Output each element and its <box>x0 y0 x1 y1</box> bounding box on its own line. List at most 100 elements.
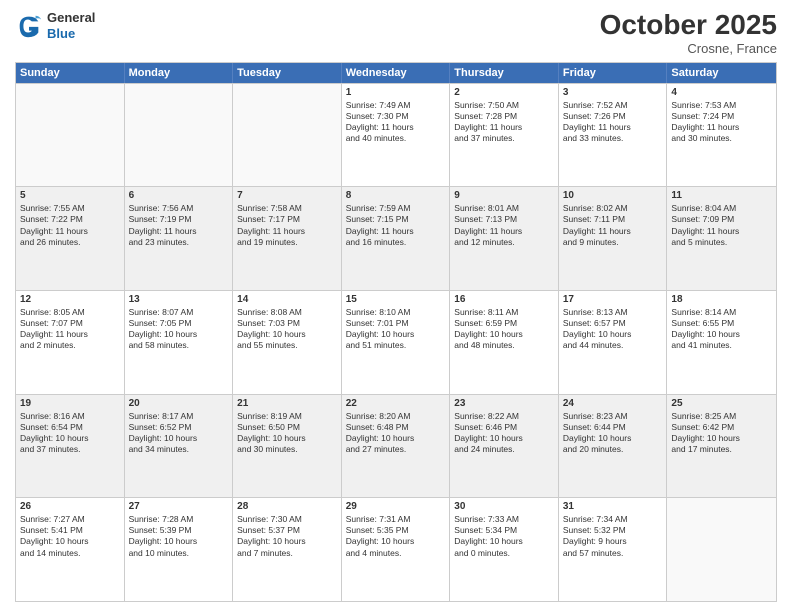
day-number: 26 <box>20 501 120 512</box>
cell-text: Sunrise: 8:07 AM Sunset: 7:05 PM Dayligh… <box>129 307 229 351</box>
day-number: 11 <box>671 190 772 201</box>
cell-text: Sunrise: 8:02 AM Sunset: 7:11 PM Dayligh… <box>563 203 663 247</box>
calendar-row: 12Sunrise: 8:05 AM Sunset: 7:07 PM Dayli… <box>16 290 776 394</box>
calendar-cell: 3 Sunrise: 7:52 AM Sunset: 7:26 PM Daylig… <box>559 84 668 187</box>
cell-text: Sunrise: 7:27 AM Sunset: 5:41 PM Dayligh… <box>20 514 120 558</box>
cell-text: Sunrise: 8:20 AM Sunset: 6:48 PM Dayligh… <box>346 411 446 455</box>
day-number: 17 <box>563 294 663 305</box>
calendar-cell <box>125 84 234 187</box>
calendar-cell: 29 Sunrise: 7:31 AM Sunset: 5:35 PM Dayli… <box>342 498 451 601</box>
calendar-cell: 22 Sunrise: 8:20 AM Sunset: 6:48 PM Dayli… <box>342 395 451 498</box>
day-number: 1 <box>346 87 446 98</box>
calendar-row: 5 Sunrise: 7:55 AM Sunset: 7:22 PM Daylig… <box>16 186 776 290</box>
calendar-cell <box>233 84 342 187</box>
calendar-header: SundayMondayTuesdayWednesdayThursdayFrid… <box>16 63 776 83</box>
calendar-cell <box>16 84 125 187</box>
calendar-cell: 8Sunrise: 7:59 AM Sunset: 7:15 PM Daylig… <box>342 187 451 290</box>
calendar-cell: 17 Sunrise: 8:13 AM Sunset: 6:57 PM Dayli… <box>559 291 668 394</box>
calendar-cell: 23 Sunrise: 8:22 AM Sunset: 6:46 PM Dayli… <box>450 395 559 498</box>
weekday-header: Friday <box>559 63 668 83</box>
calendar-body: 1 Sunrise: 7:49 AM Sunset: 7:30 PM Daylig… <box>16 83 776 601</box>
day-number: 14 <box>237 294 337 305</box>
day-number: 2 <box>454 87 554 98</box>
weekday-header: Thursday <box>450 63 559 83</box>
day-number: 5 <box>20 190 120 201</box>
location: Crosne, France <box>600 41 777 56</box>
cell-text: Sunrise: 7:34 AM Sunset: 5:32 PM Dayligh… <box>563 514 663 558</box>
cell-text: Sunrise: 8:08 AM Sunset: 7:03 PM Dayligh… <box>237 307 337 351</box>
cell-text: Sunrise: 8:13 AM Sunset: 6:57 PM Dayligh… <box>563 307 663 351</box>
day-number: 6 <box>129 190 229 201</box>
cell-text: Sunrise: 7:52 AM Sunset: 7:26 PM Dayligh… <box>563 100 663 144</box>
calendar-cell: 28 Sunrise: 7:30 AM Sunset: 5:37 PM Dayli… <box>233 498 342 601</box>
day-number: 20 <box>129 398 229 409</box>
weekday-header: Wednesday <box>342 63 451 83</box>
day-number: 21 <box>237 398 337 409</box>
cell-text: Sunrise: 8:16 AM Sunset: 6:54 PM Dayligh… <box>20 411 120 455</box>
day-number: 22 <box>346 398 446 409</box>
calendar-cell: 30 Sunrise: 7:33 AM Sunset: 5:34 PM Dayli… <box>450 498 559 601</box>
cell-text: Sunrise: 7:49 AM Sunset: 7:30 PM Dayligh… <box>346 100 446 144</box>
cell-text: Sunrise: 7:30 AM Sunset: 5:37 PM Dayligh… <box>237 514 337 558</box>
calendar-row: 26 Sunrise: 7:27 AM Sunset: 5:41 PM Dayli… <box>16 497 776 601</box>
calendar-cell: 2Sunrise: 7:50 AM Sunset: 7:28 PM Daylig… <box>450 84 559 187</box>
weekday-header: Tuesday <box>233 63 342 83</box>
calendar-row: 1 Sunrise: 7:49 AM Sunset: 7:30 PM Daylig… <box>16 83 776 187</box>
calendar-cell: 21 Sunrise: 8:19 AM Sunset: 6:50 PM Dayli… <box>233 395 342 498</box>
day-number: 28 <box>237 501 337 512</box>
calendar-cell: 25Sunrise: 8:25 AM Sunset: 6:42 PM Dayli… <box>667 395 776 498</box>
calendar-cell: 6Sunrise: 7:56 AM Sunset: 7:19 PM Daylig… <box>125 187 234 290</box>
cell-text: Sunrise: 7:55 AM Sunset: 7:22 PM Dayligh… <box>20 203 120 247</box>
day-number: 16 <box>454 294 554 305</box>
calendar-cell: 24Sunrise: 8:23 AM Sunset: 6:44 PM Dayli… <box>559 395 668 498</box>
calendar-cell: 27 Sunrise: 7:28 AM Sunset: 5:39 PM Dayli… <box>125 498 234 601</box>
calendar-cell: 9Sunrise: 8:01 AM Sunset: 7:13 PM Daylig… <box>450 187 559 290</box>
day-number: 27 <box>129 501 229 512</box>
calendar-cell: 7Sunrise: 7:58 AM Sunset: 7:17 PM Daylig… <box>233 187 342 290</box>
day-number: 31 <box>563 501 663 512</box>
cell-text: Sunrise: 8:22 AM Sunset: 6:46 PM Dayligh… <box>454 411 554 455</box>
cell-text: Sunrise: 7:31 AM Sunset: 5:35 PM Dayligh… <box>346 514 446 558</box>
header: General Blue October 2025 Crosne, France <box>15 10 777 56</box>
cell-text: Sunrise: 7:33 AM Sunset: 5:34 PM Dayligh… <box>454 514 554 558</box>
calendar-cell: 12Sunrise: 8:05 AM Sunset: 7:07 PM Dayli… <box>16 291 125 394</box>
day-number: 8 <box>346 190 446 201</box>
calendar-cell: 11 Sunrise: 8:04 AM Sunset: 7:09 PM Dayli… <box>667 187 776 290</box>
calendar-row: 19 Sunrise: 8:16 AM Sunset: 6:54 PM Dayli… <box>16 394 776 498</box>
cell-text: Sunrise: 8:19 AM Sunset: 6:50 PM Dayligh… <box>237 411 337 455</box>
month-title: October 2025 <box>600 10 777 41</box>
cell-text: Sunrise: 8:11 AM Sunset: 6:59 PM Dayligh… <box>454 307 554 351</box>
day-number: 13 <box>129 294 229 305</box>
title-block: October 2025 Crosne, France <box>600 10 777 56</box>
calendar-cell: 4Sunrise: 7:53 AM Sunset: 7:24 PM Daylig… <box>667 84 776 187</box>
page: General Blue October 2025 Crosne, France… <box>0 0 792 612</box>
calendar-cell: 10Sunrise: 8:02 AM Sunset: 7:11 PM Dayli… <box>559 187 668 290</box>
calendar-cell: 16 Sunrise: 8:11 AM Sunset: 6:59 PM Dayli… <box>450 291 559 394</box>
day-number: 29 <box>346 501 446 512</box>
day-number: 3 <box>563 87 663 98</box>
weekday-header: Sunday <box>16 63 125 83</box>
day-number: 19 <box>20 398 120 409</box>
day-number: 4 <box>671 87 772 98</box>
day-number: 7 <box>237 190 337 201</box>
cell-text: Sunrise: 8:17 AM Sunset: 6:52 PM Dayligh… <box>129 411 229 455</box>
cell-text: Sunrise: 8:04 AM Sunset: 7:09 PM Dayligh… <box>671 203 772 247</box>
calendar-cell: 1 Sunrise: 7:49 AM Sunset: 7:30 PM Daylig… <box>342 84 451 187</box>
day-number: 24 <box>563 398 663 409</box>
logo-text: General Blue <box>47 10 95 41</box>
weekday-header: Saturday <box>667 63 776 83</box>
calendar-cell: 31 Sunrise: 7:34 AM Sunset: 5:32 PM Dayli… <box>559 498 668 601</box>
cell-text: Sunrise: 8:14 AM Sunset: 6:55 PM Dayligh… <box>671 307 772 351</box>
logo-general: General <box>47 10 95 26</box>
calendar-cell: 19 Sunrise: 8:16 AM Sunset: 6:54 PM Dayli… <box>16 395 125 498</box>
calendar-cell: 14 Sunrise: 8:08 AM Sunset: 7:03 PM Dayli… <box>233 291 342 394</box>
cell-text: Sunrise: 8:10 AM Sunset: 7:01 PM Dayligh… <box>346 307 446 351</box>
cell-text: Sunrise: 8:05 AM Sunset: 7:07 PM Dayligh… <box>20 307 120 351</box>
day-number: 23 <box>454 398 554 409</box>
cell-text: Sunrise: 7:28 AM Sunset: 5:39 PM Dayligh… <box>129 514 229 558</box>
day-number: 30 <box>454 501 554 512</box>
logo-blue: Blue <box>47 26 95 42</box>
calendar-cell: 13 Sunrise: 8:07 AM Sunset: 7:05 PM Dayli… <box>125 291 234 394</box>
day-number: 18 <box>671 294 772 305</box>
calendar-cell: 20 Sunrise: 8:17 AM Sunset: 6:52 PM Dayli… <box>125 395 234 498</box>
